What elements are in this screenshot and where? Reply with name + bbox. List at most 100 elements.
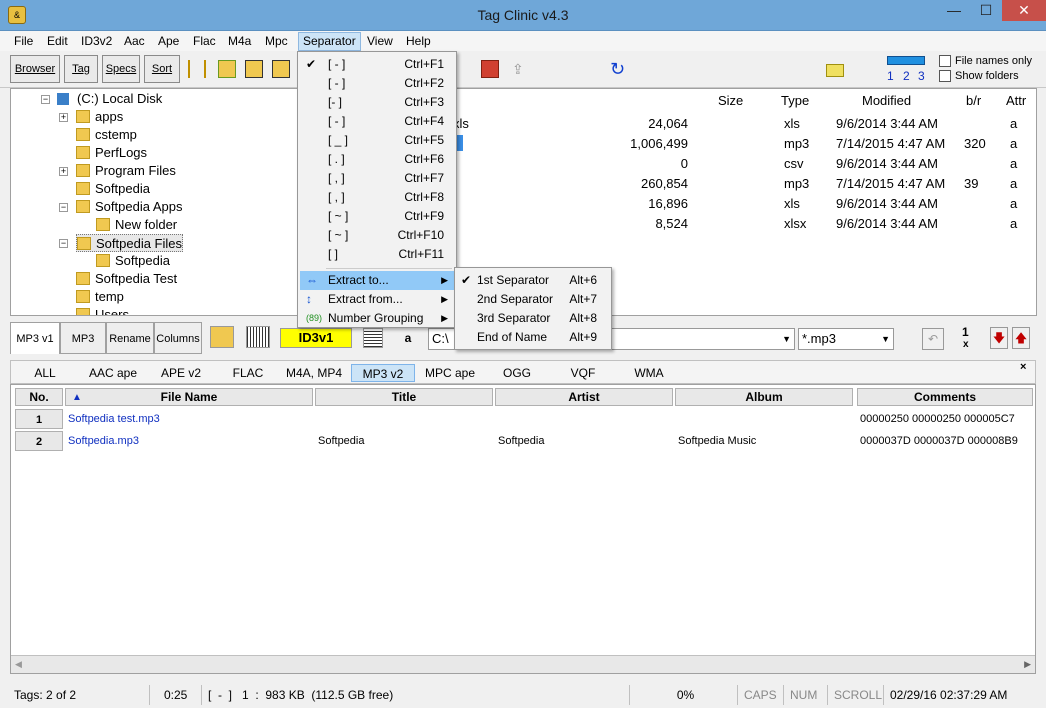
barcode-icon[interactable] bbox=[246, 326, 270, 348]
tab-mp3-v2[interactable]: MP3 v2 bbox=[351, 364, 415, 382]
file-size-cell[interactable]: 16,896 bbox=[648, 196, 688, 211]
file-modified-cell[interactable]: 9/6/2014 3:44 AM bbox=[836, 216, 938, 231]
menu-view[interactable]: View bbox=[367, 34, 393, 48]
arrow-up-icon[interactable]: 🡅 bbox=[1012, 327, 1030, 349]
browser-button[interactable]: Browser bbox=[10, 55, 60, 83]
tree-expander[interactable]: + bbox=[59, 167, 68, 176]
maximize-button[interactable]: ☐ bbox=[970, 0, 1002, 21]
file-size-cell[interactable]: 1,006,499 bbox=[630, 136, 688, 151]
tree-item-softpedia-apps[interactable]: Softpedia Apps bbox=[76, 198, 182, 216]
separator-option-10[interactable]: [ ~ ] Ctrl+F10 bbox=[300, 226, 454, 245]
extract-to-item[interactable]: ⇔ Extract to... ▶ bbox=[300, 271, 454, 290]
tab-all[interactable]: ALL bbox=[23, 364, 67, 382]
col-no[interactable]: No. bbox=[15, 388, 63, 406]
file-type-cell[interactable]: xlsx bbox=[784, 216, 806, 231]
sort-button[interactable]: Sort bbox=[144, 55, 180, 83]
col-file-name[interactable]: ▲ File Name bbox=[65, 388, 313, 406]
separator-option-7[interactable]: [ , ] Ctrl+F7 bbox=[300, 169, 454, 188]
tab-rename[interactable]: Rename bbox=[106, 322, 154, 354]
separator-option-8[interactable]: [ , ] Ctrl+F8 bbox=[300, 188, 454, 207]
header-attr[interactable]: Attr bbox=[1006, 93, 1026, 108]
end-of-name-item[interactable]: End of Name Alt+9 bbox=[457, 328, 609, 347]
file-modified-cell[interactable]: 9/6/2014 3:44 AM bbox=[836, 196, 938, 211]
cell-comments[interactable]: 0000037D 0000037D 000008B9 bbox=[860, 431, 1034, 451]
separator-option-6[interactable]: [ . ] Ctrl+F6 bbox=[300, 150, 454, 169]
cell-album[interactable]: Softpedia Music bbox=[678, 431, 854, 451]
a-toggle[interactable]: a bbox=[391, 328, 425, 348]
col-title[interactable]: Title bbox=[315, 388, 493, 406]
close-tabs-icon[interactable]: × bbox=[1020, 361, 1026, 373]
tree-item-softpedia-sub[interactable]: Softpedia bbox=[96, 252, 170, 270]
col-comments[interactable]: Comments bbox=[857, 388, 1033, 406]
menu-ape[interactable]: Ape bbox=[158, 34, 179, 48]
arrow-down-icon[interactable]: 🡇 bbox=[990, 327, 1008, 349]
header-type[interactable]: Type bbox=[781, 93, 809, 108]
file-attr-cell[interactable]: a bbox=[1010, 176, 1017, 191]
tab-vqf[interactable]: VQF bbox=[551, 364, 615, 382]
tree-item-program-files[interactable]: Program Files bbox=[76, 162, 176, 180]
horizontal-scrollbar[interactable]: ◀ ▶ bbox=[11, 655, 1035, 673]
second-separator-item[interactable]: 2nd Separator Alt+7 bbox=[457, 290, 609, 309]
separator-option-4[interactable]: [ - ] Ctrl+F4 bbox=[300, 112, 454, 131]
folder-tree[interactable]: (C:) Local Disk − apps + cstemp PerfLogs… bbox=[10, 88, 300, 316]
cell-album[interactable] bbox=[678, 409, 854, 429]
file-br-cell[interactable]: 39 bbox=[964, 176, 978, 191]
cell-file-name[interactable]: Softpedia.mp3 bbox=[68, 431, 312, 451]
tree-item-softpedia[interactable]: Softpedia bbox=[76, 180, 150, 198]
separator-option-11[interactable]: [ ] Ctrl+F11 bbox=[300, 245, 454, 264]
tree-item-local-disk[interactable]: (C:) Local Disk bbox=[57, 90, 162, 108]
tab-mp3[interactable]: MP3 bbox=[60, 322, 106, 354]
file-modified-cell[interactable]: 7/14/2015 4:47 AM bbox=[836, 136, 945, 151]
file-attr-cell[interactable]: a bbox=[1010, 216, 1017, 231]
file-type-cell[interactable]: mp3 bbox=[784, 176, 809, 191]
refresh-icon[interactable]: ↻ bbox=[610, 60, 628, 78]
cell-title[interactable]: Softpedia bbox=[318, 431, 494, 451]
menu-aac[interactable]: Aac bbox=[124, 34, 145, 48]
file-attr-cell[interactable]: a bbox=[1010, 116, 1017, 131]
tab-m4a-mp4[interactable]: M4A, MP4 bbox=[281, 364, 347, 382]
scroll-right-icon[interactable]: ▶ bbox=[1024, 659, 1031, 670]
view-1[interactable]: 1 bbox=[887, 69, 894, 83]
view-3[interactable]: 3 bbox=[918, 69, 925, 83]
new-folder-icon[interactable] bbox=[218, 60, 236, 78]
id3v1-button[interactable]: ID3v1 bbox=[280, 328, 352, 348]
file-attr-cell[interactable]: a bbox=[1010, 136, 1017, 151]
file-type-cell[interactable]: csv bbox=[784, 156, 804, 171]
tab-ogg[interactable]: OGG bbox=[485, 364, 549, 382]
file-type-cell[interactable]: xls bbox=[784, 196, 800, 211]
tab-ape-v2[interactable]: APE v2 bbox=[151, 364, 211, 382]
undo-icon[interactable]: ↶ bbox=[922, 328, 944, 350]
file-type-cell[interactable]: mp3 bbox=[784, 136, 809, 151]
cell-artist[interactable] bbox=[498, 409, 674, 429]
tree-item-cstemp[interactable]: cstemp bbox=[76, 126, 137, 144]
menu-id3v2[interactable]: ID3v2 bbox=[81, 34, 112, 48]
separator-option-1[interactable]: ✔[ - ] Ctrl+F1 bbox=[300, 55, 454, 74]
tab-columns[interactable]: Columns bbox=[154, 322, 202, 354]
menu-edit[interactable]: Edit bbox=[47, 34, 68, 48]
tree-expander[interactable]: + bbox=[59, 113, 68, 122]
file-attr-cell[interactable]: a bbox=[1010, 196, 1017, 211]
minimize-button[interactable]: — bbox=[938, 0, 970, 21]
cell-artist[interactable]: Softpedia bbox=[498, 431, 674, 451]
cell-comments[interactable]: 00000250 00000250 000005C7 bbox=[860, 409, 1034, 429]
row-number[interactable]: 2 bbox=[15, 431, 63, 451]
tree-expander[interactable]: − bbox=[41, 95, 50, 104]
first-separator-item[interactable]: ✔ 1st Separator Alt+6 bbox=[457, 271, 609, 290]
tab-mp3-v1[interactable]: MP3 v1 bbox=[10, 322, 60, 354]
menu-separator[interactable]: Separator bbox=[298, 32, 361, 51]
file-modified-cell[interactable]: 9/6/2014 3:44 AM bbox=[836, 156, 938, 171]
tree-item-softpedia-files[interactable]: Softpedia Files bbox=[76, 234, 183, 252]
menu-file[interactable]: File bbox=[14, 34, 33, 48]
tab-aac-ape[interactable]: AAC ape bbox=[81, 364, 145, 382]
folder-icon[interactable] bbox=[826, 64, 844, 77]
third-separator-item[interactable]: 3rd Separator Alt+8 bbox=[457, 309, 609, 328]
cell-title[interactable] bbox=[318, 409, 494, 429]
header-modified[interactable]: Modified bbox=[862, 93, 911, 108]
file-br-cell[interactable]: 320 bbox=[964, 136, 986, 151]
col-artist[interactable]: Artist bbox=[495, 388, 673, 406]
col-album[interactable]: Album bbox=[675, 388, 853, 406]
tree-item-users[interactable]: Users bbox=[76, 306, 129, 315]
tree-expander[interactable]: − bbox=[59, 239, 68, 248]
tab-flac[interactable]: FLAC bbox=[221, 364, 275, 382]
file-size-cell[interactable]: 260,854 bbox=[641, 176, 688, 191]
